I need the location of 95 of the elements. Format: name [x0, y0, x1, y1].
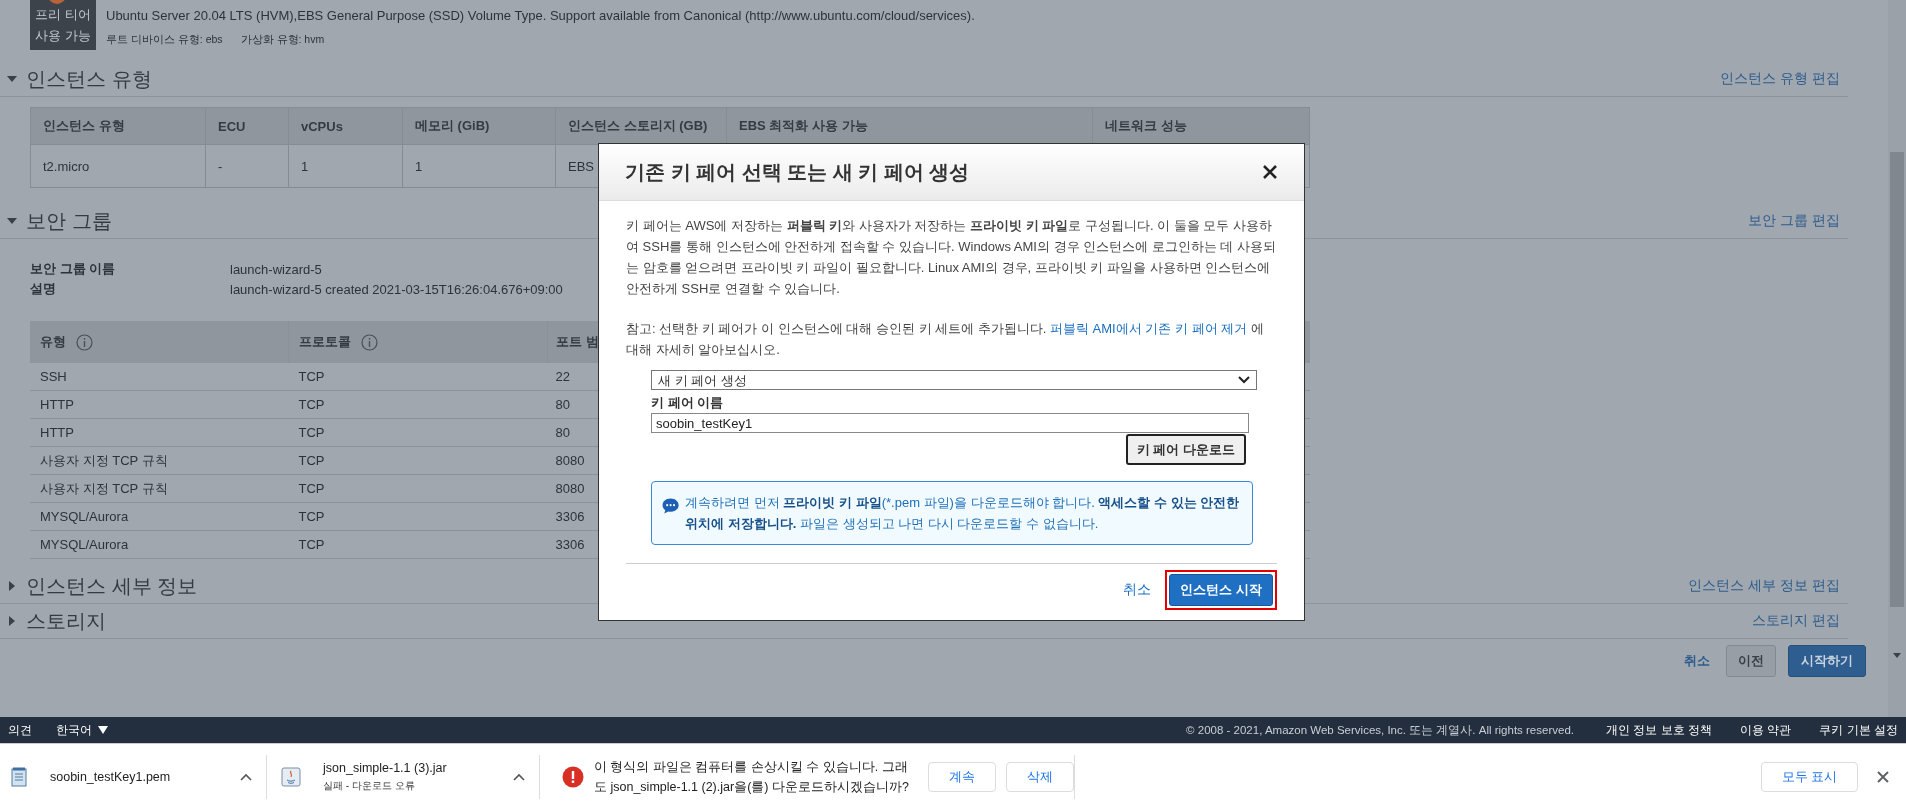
- column-header: ECU: [205, 107, 289, 145]
- edit-link[interactable]: 보안 그룹 편집: [1748, 212, 1848, 230]
- show-all-button[interactable]: 모두 표시: [1760, 762, 1858, 792]
- column-header: 인스턴스 유형: [30, 107, 206, 145]
- notepad-icon: [10, 767, 28, 787]
- table-cell: HTTP: [40, 397, 74, 412]
- free-tier-badge: 프리 티어 사용 가능: [30, 0, 96, 50]
- table-cell: -: [218, 158, 223, 174]
- column-header: 유형: [40, 333, 66, 351]
- table-cell: TCP: [298, 425, 325, 440]
- edit-link[interactable]: 인스턴스 세부 정보 편집: [1688, 577, 1848, 595]
- close-icon[interactable]: [1262, 164, 1278, 180]
- table-cell: 22: [555, 369, 570, 384]
- ami-meta-text: 가상화 유형: hvm: [240, 33, 325, 47]
- help-link[interactable]: 퍼블릭 AMI에서 기존 키 페어 제거: [1049, 321, 1248, 336]
- info-icon[interactable]: [361, 333, 378, 351]
- edit-link[interactable]: 스토리지 편집: [1752, 612, 1848, 630]
- table-cell: TCP: [298, 481, 325, 496]
- section-title: 인스턴스 세부 정보: [26, 573, 198, 599]
- key-pair-select[interactable]: 새 키 페어 생성: [651, 370, 1257, 390]
- table-cell: 8080: [555, 481, 585, 496]
- previous-button[interactable]: 이전: [1726, 645, 1776, 677]
- chevron-up-icon[interactable]: [240, 773, 252, 781]
- warning-message: 이 형식의 파일은 컴퓨터를 손상시킬 수 있습니다. 그래도 json_simple-1.1 (2).jar을(를) 다운로드하시겠습니까?: [594, 759, 910, 796]
- section-title: 스토리지: [26, 608, 106, 634]
- java-file-icon: [281, 767, 301, 787]
- ami-description: Ubuntu Server 20.04 LTS (HVM),EBS General Purpose (SSD) Volume Type. Support available from Canonical (http://www.ubuntu.com/cloud/services).: [106, 8, 975, 23]
- download-status: 실패 - 다운로드 오류: [323, 779, 416, 793]
- footer-link[interactable]: 개인 정보 보호 정책: [1605, 721, 1712, 739]
- info-icon[interactable]: [76, 333, 93, 351]
- table-cell: TCP: [298, 369, 325, 384]
- table-cell: 8080: [555, 453, 585, 468]
- column-header: 메모리 (GiB): [402, 107, 556, 145]
- table-cell: 사용자 지정 TCP 규칙: [40, 480, 168, 496]
- table-cell: MYSQL/Aurora: [40, 537, 129, 552]
- footer-link[interactable]: 이용 약관: [1740, 721, 1792, 739]
- table-cell: 3306: [555, 509, 585, 524]
- warning-icon: [562, 766, 584, 788]
- column-header: vCPUs: [288, 107, 403, 145]
- download-item[interactable]: soobin_testKey1.pem: [10, 755, 266, 799]
- field-value: launch-wizard-5 created 2021-03-15T16:26:04.676+09:00: [230, 281, 563, 297]
- table-cell: EBS: [568, 158, 594, 174]
- table-cell: 1: [301, 158, 309, 174]
- column-header: 프로토콜: [299, 333, 351, 351]
- scrollbar[interactable]: [1888, 0, 1906, 717]
- field-label: 키 페어 이름: [651, 394, 725, 412]
- table-cell: TCP: [298, 537, 325, 552]
- chevron-up-icon[interactable]: [513, 773, 525, 781]
- table-cell: t2.micro: [43, 158, 90, 174]
- close-icon[interactable]: [1876, 770, 1890, 784]
- table-cell: HTTP: [40, 425, 74, 440]
- column-header: 인스턴스 스토리지 (GB): [555, 107, 727, 145]
- language-menu[interactable]: 한국어: [56, 721, 108, 739]
- copyright-text: © 2008 - 2021, Amazon Web Services, Inc. 또는 계열사. All rights reserved.: [1186, 722, 1574, 738]
- key-pair-name-field[interactable]: soobin_testKey1: [651, 413, 1249, 433]
- ami-meta-text: 루트 디바이스 유형: ebs: [106, 33, 223, 47]
- footer-link[interactable]: 쿠키 기본 설정: [1819, 721, 1898, 739]
- table-cell: 80: [555, 397, 570, 412]
- table-cell: MYSQL/Aurora: [40, 509, 129, 524]
- scroll-down-icon[interactable]: [1892, 651, 1902, 659]
- file-name: json_simple-1.1 (3).jar: [323, 761, 448, 775]
- launch-button[interactable]: 시작하기: [1788, 645, 1866, 677]
- file-name: soobin_testKey1.pem: [50, 770, 172, 784]
- section-title: 보안 그룹: [26, 208, 112, 234]
- caret-down-icon: [98, 726, 108, 734]
- table-cell: 80: [555, 425, 570, 440]
- table-cell: 3306: [555, 537, 585, 552]
- dialog-title: 기존 키 페어 선택 또는 새 키 페어 생성: [625, 159, 970, 185]
- section-title: 인스턴스 유형: [26, 66, 152, 92]
- table-cell: TCP: [298, 509, 325, 524]
- download-item[interactable]: json_simple-1.1 (3).jar 실패 - 다운로드 오류: [281, 755, 539, 799]
- table-cell: TCP: [298, 453, 325, 468]
- field-label: 설명: [30, 280, 57, 298]
- feedback-link[interactable]: 의견: [8, 721, 32, 739]
- column-header: EBS 최적화 사용 가능: [726, 107, 1093, 145]
- column-header: 포트 범: [556, 333, 599, 351]
- field-label: 보안 그룹 이름: [30, 260, 117, 278]
- column-header: 네트워크 성능: [1092, 107, 1310, 145]
- table-cell: SSH: [40, 369, 67, 384]
- scrollbar-thumb[interactable]: [1890, 152, 1904, 607]
- chevron-down-icon: [1238, 376, 1250, 384]
- table-cell: 사용자 지정 TCP 규칙: [40, 452, 168, 468]
- cancel-link[interactable]: 취소: [1684, 652, 1710, 670]
- download-action-button[interactable]: 계속: [928, 762, 996, 792]
- note-paragraph: 참고: 선택한 키 페어가 이 인스턴스에 대해 승인된 키 세트에 추가됩니다. 퍼블릭 AMI에서 기존 키 페어 제거 에 대해 자세히 알아보십시오.: [626, 320, 1265, 359]
- cancel-link[interactable]: 취소: [1123, 581, 1152, 599]
- launch-instance-button[interactable]: 인스턴스 시작: [1169, 574, 1273, 606]
- download-key-pair-button[interactable]: 키 페어 다운로드: [1125, 434, 1246, 465]
- table-cell: TCP: [298, 397, 325, 412]
- field-value: launch-wizard-5: [230, 261, 322, 277]
- table-cell: 1: [415, 158, 423, 174]
- intro-paragraph: 키 페어는 AWS에 저장하는 퍼블릭 키와 사용자가 저장하는 프라이빗 키 파일로 구성됩니다. 이 둘을 모두 사용하여 SSH를 통해 인스턴스에 안전하게 접속할 수 있습니다. Windows AMI의 경우 인스턴스에 로그인하는 데 사용되는 암호를 얻으려면 프라이빗 키 파일이 필요합니다. Linux AMI의 경우, 프라이빗 키 파일을 사용하면 인스턴스에 안전하게 SSH로 연결할 수 있습니다.: [626, 217, 1277, 298]
- alert-message: 계속하려면 먼저 프라이빗 키 파일(*.pem 파일)을 다운로드해야 합니다. 액세스할 수 있는 안전한 위치에 저장합니다. 파일은 생성되고 나면 다시 다운로드할 수 없습니다.: [685, 494, 1241, 533]
- edit-link[interactable]: 인스턴스 유형 편집: [1720, 70, 1848, 88]
- download-action-button[interactable]: 삭제: [1006, 762, 1074, 792]
